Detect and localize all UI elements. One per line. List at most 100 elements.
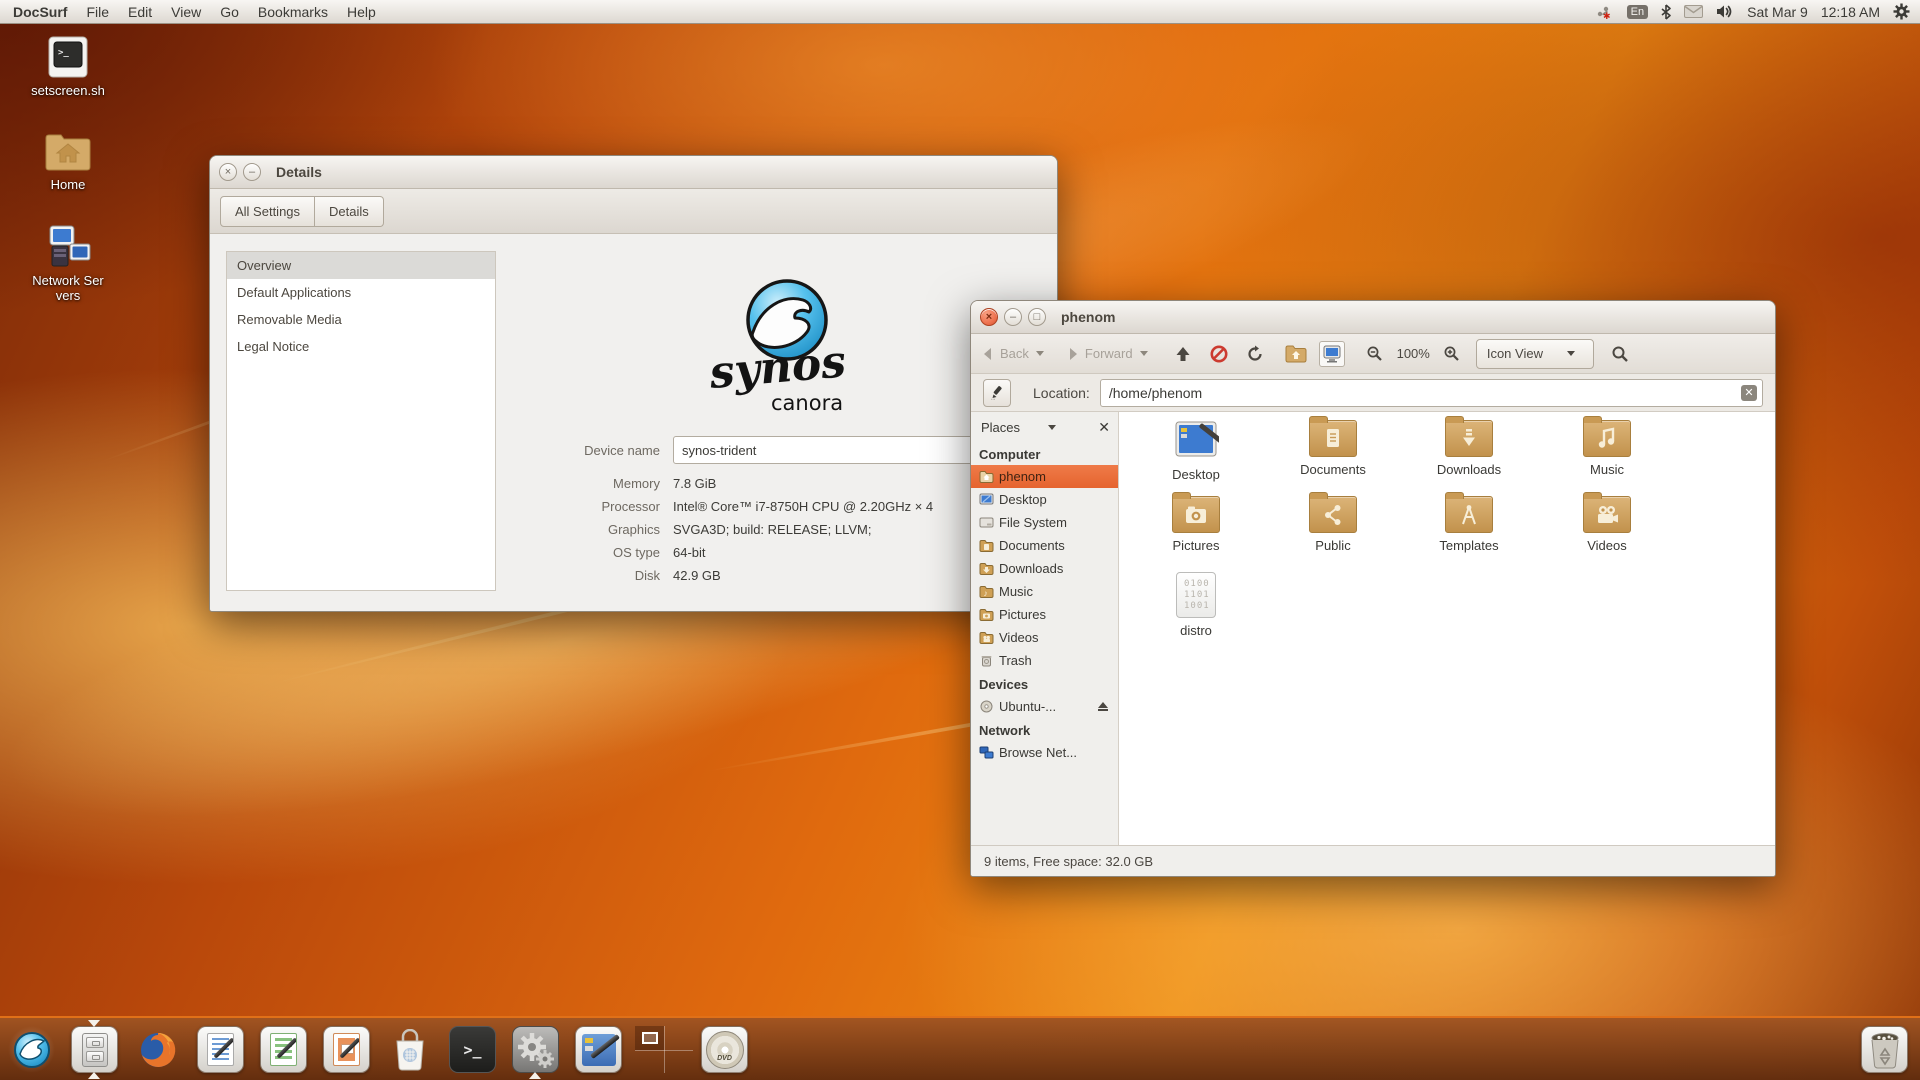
file-item-videos[interactable]: Videos <box>1545 496 1669 553</box>
minimize-button[interactable]: – <box>1004 308 1022 326</box>
forward-button[interactable]: Forward <box>1066 346 1136 361</box>
zoom-in-icon[interactable] <box>1439 341 1465 367</box>
zoom-out-icon[interactable] <box>1362 341 1388 367</box>
sidebar-item-legal-notice[interactable]: Legal Notice <box>227 333 495 360</box>
sidebar-item-label: Documents <box>999 538 1065 553</box>
dvd-player-launcher[interactable]: DVD <box>701 1026 748 1073</box>
terminal-launcher[interactable]: >_ <box>449 1026 496 1073</box>
sidebar-item-default-applications[interactable]: Default Applications <box>227 279 495 306</box>
details-tab-button[interactable]: Details <box>315 196 384 227</box>
file-label: Templates <box>1439 538 1498 553</box>
sidebar-item-browse-network[interactable]: Browse Net... <box>971 741 1118 764</box>
computer-icon[interactable] <box>1319 341 1345 367</box>
up-icon[interactable] <box>1170 341 1196 367</box>
chevron-down-icon[interactable] <box>1048 425 1056 430</box>
stop-icon[interactable] <box>1206 341 1232 367</box>
sidebar-item-trash[interactable]: Trash <box>971 649 1118 672</box>
back-button[interactable]: Back <box>981 346 1032 361</box>
file-item-distro[interactable]: 0100 1101 1001 distro <box>1134 572 1258 638</box>
display-editor-launcher[interactable] <box>575 1026 622 1073</box>
file-item-templates[interactable]: Templates <box>1407 496 1531 553</box>
sidebar-item-phenom[interactable]: phenom <box>971 465 1118 488</box>
network-servers-icon <box>42 224 94 270</box>
desktop-icon-network-servers[interactable]: Network Servers <box>16 224 120 304</box>
app-menu-title[interactable]: DocSurf <box>13 4 67 20</box>
sidebar-section-devices: Devices <box>971 672 1118 695</box>
close-button[interactable]: × <box>980 308 998 326</box>
info-value: SVGA3D; build: RELEASE; LLVM; <box>673 522 871 537</box>
menu-view[interactable]: View <box>171 4 201 20</box>
system-settings-launcher[interactable] <box>512 1026 559 1073</box>
search-icon[interactable] <box>1607 341 1633 367</box>
close-button[interactable]: × <box>219 163 237 181</box>
sidebar-item-pictures[interactable]: Pictures <box>971 603 1118 626</box>
details-titlebar[interactable]: × – Details <box>210 156 1057 189</box>
eject-icon[interactable] <box>1098 702 1108 711</box>
file-item-pictures[interactable]: Pictures <box>1134 496 1258 553</box>
sidebar-section-computer: Computer <box>971 442 1118 465</box>
menu-file[interactable]: File <box>86 4 109 20</box>
keyboard-layout-indicator[interactable]: En <box>1627 5 1648 19</box>
software-center-launcher[interactable] <box>386 1026 433 1073</box>
info-row-graphics: Graphics SVGA3D; build: RELEASE; LLVM; <box>460 518 933 541</box>
sidebar-item-documents[interactable]: Documents <box>971 534 1118 557</box>
clear-location-icon[interactable]: ✕ <box>1741 385 1757 401</box>
menu-edit[interactable]: Edit <box>128 4 152 20</box>
bluetooth-icon[interactable] <box>1661 4 1671 20</box>
trash-icon <box>979 654 994 667</box>
dvd-disc-icon: DVD <box>706 1031 744 1069</box>
binary-file-icon: 0100 1101 1001 <box>1176 572 1216 618</box>
sidebar-item-overview[interactable]: Overview <box>227 252 495 279</box>
trash-launcher[interactable] <box>1861 1026 1908 1073</box>
desktop-icon-setscreen[interactable]: >_ setscreen.sh <box>16 34 120 99</box>
close-sidebar-icon[interactable]: ✕ <box>1098 419 1110 436</box>
impress-launcher[interactable] <box>323 1026 370 1073</box>
icon-view-area[interactable]: Desktop Documents Downloads <box>1119 412 1775 845</box>
firefox-launcher[interactable] <box>134 1026 181 1073</box>
calc-launcher[interactable] <box>260 1026 307 1073</box>
mail-icon[interactable] <box>1684 5 1703 18</box>
volume-icon[interactable] <box>1716 4 1734 19</box>
maximize-button[interactable]: □ <box>1028 308 1046 326</box>
tray-date[interactable]: Sat Mar 9 <box>1747 4 1808 20</box>
sidebar-item-ubuntu-volume[interactable]: Ubuntu-... <box>971 695 1118 718</box>
edit-location-button[interactable]: ... <box>983 379 1011 407</box>
workspace-switcher[interactable] <box>635 1026 693 1073</box>
file-item-music[interactable]: Music <box>1545 420 1669 477</box>
trash-full-icon <box>1868 1031 1902 1069</box>
file-manager-launcher[interactable] <box>71 1026 118 1073</box>
file-item-downloads[interactable]: Downloads <box>1407 420 1531 477</box>
sidebar-item-removable-media[interactable]: Removable Media <box>227 306 495 333</box>
sidebar-item-videos[interactable]: Videos <box>971 626 1118 649</box>
places-selector[interactable]: Places <box>981 420 1020 435</box>
location-input[interactable] <box>1100 379 1763 407</box>
sidebar-item-music[interactable]: ♪ Music <box>971 580 1118 603</box>
running-indicator <box>88 1072 100 1079</box>
menu-go[interactable]: Go <box>220 4 239 20</box>
minimize-button[interactable]: – <box>243 163 261 181</box>
back-history-chevron[interactable] <box>1036 351 1044 356</box>
menu-help[interactable]: Help <box>347 4 376 20</box>
updates-notifier-icon[interactable]: ✱ <box>1596 4 1614 20</box>
desktop-icon <box>979 493 994 506</box>
sidebar-item-file-system[interactable]: File System <box>971 511 1118 534</box>
gear-icon[interactable] <box>1893 3 1910 20</box>
file-item-public[interactable]: Public <box>1271 496 1395 553</box>
zoom-level[interactable]: 100% <box>1397 346 1430 361</box>
synos-menu-button[interactable] <box>8 1026 55 1073</box>
sidebar-item-desktop[interactable]: Desktop <box>971 488 1118 511</box>
sidebar-item-downloads[interactable]: Downloads <box>971 557 1118 580</box>
file-item-documents[interactable]: Documents <box>1271 420 1395 477</box>
home-icon[interactable] <box>1283 341 1309 367</box>
refresh-icon[interactable] <box>1242 341 1268 367</box>
network-icon <box>979 746 994 759</box>
file-item-desktop[interactable]: Desktop <box>1134 420 1258 482</box>
all-settings-button[interactable]: All Settings <box>220 196 315 227</box>
file-manager-titlebar[interactable]: × – □ phenom <box>971 301 1775 334</box>
forward-history-chevron[interactable] <box>1140 351 1148 356</box>
writer-launcher[interactable] <box>197 1026 244 1073</box>
desktop-icon-home[interactable]: Home <box>16 130 120 193</box>
menu-bookmarks[interactable]: Bookmarks <box>258 4 328 20</box>
view-mode-combobox[interactable]: Icon View <box>1476 339 1594 369</box>
tray-time[interactable]: 12:18 AM <box>1821 4 1880 20</box>
